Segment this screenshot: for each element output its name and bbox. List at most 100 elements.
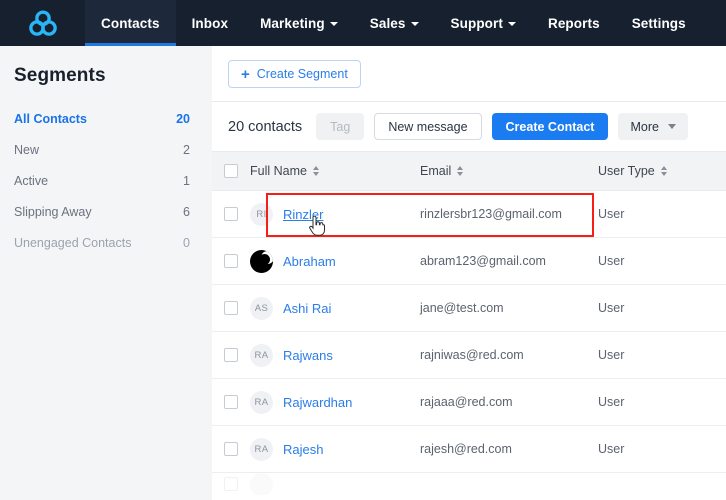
- sidebar-item-label: New: [14, 142, 40, 157]
- contact-name-link[interactable]: Rajwardhan: [283, 395, 352, 410]
- sidebar-title: Segments: [14, 65, 106, 86]
- contacts-table: Full Name Email User Type RI Rinzler rinzl…: [212, 151, 726, 495]
- row-checkbox-cell: [212, 348, 250, 362]
- nav-item-support[interactable]: Support: [435, 0, 532, 46]
- table-row[interactable]: RA Rajwardhan rajaaa@red.com User: [212, 379, 726, 426]
- row-checkbox[interactable]: [224, 348, 238, 362]
- cell-full-name: RA Rajwans: [250, 343, 420, 367]
- contacts-count-label: 20 contacts: [228, 118, 303, 135]
- sidebar-item-active[interactable]: Active 1: [0, 165, 212, 196]
- table-row[interactable]: Abraham abram123@gmail.com User: [212, 238, 726, 285]
- create-segment-toolbar: + Create Segment: [212, 46, 726, 88]
- chevron-down-icon: [329, 22, 338, 26]
- create-contact-button[interactable]: Create Contact: [491, 113, 609, 140]
- sidebar-item-slipping-away[interactable]: Slipping Away 6: [0, 196, 212, 227]
- select-all-checkbox[interactable]: [224, 164, 238, 178]
- column-header-full-name[interactable]: Full Name: [250, 164, 420, 178]
- cell-full-name: AS Ashi Rai: [250, 296, 420, 320]
- create-segment-button[interactable]: + Create Segment: [228, 60, 361, 88]
- chevron-down-icon: [410, 22, 419, 26]
- app-logo[interactable]: [0, 0, 85, 46]
- column-header-user-type-label: User Type: [598, 164, 655, 178]
- sidebar-item-label: Slipping Away: [14, 204, 92, 219]
- nav-item-settings[interactable]: Settings: [616, 0, 702, 46]
- row-checkbox[interactable]: [224, 254, 238, 268]
- sidebar-item-label: Unengaged Contacts: [14, 235, 132, 250]
- column-header-full-name-label: Full Name: [250, 164, 307, 178]
- table-row[interactable]: RA Rajwans rajniwas@red.com User: [212, 332, 726, 379]
- segments-sidebar: Segments All Contacts 20 New 2 Active 1 Slippi…: [0, 46, 212, 500]
- sidebar-item-count: 2: [183, 142, 190, 157]
- sidebar-item-unengaged-contacts[interactable]: Unengaged Contacts 0: [0, 227, 212, 258]
- nav-item-label: Settings: [631, 15, 686, 31]
- avatar: RI: [250, 202, 273, 226]
- contact-name-link[interactable]: Ashi Rai: [283, 301, 331, 316]
- cell-email: rajniwas@red.com: [420, 348, 524, 362]
- row-checkbox[interactable]: [224, 207, 238, 221]
- sort-arrows-icon[interactable]: [312, 166, 319, 176]
- row-checkbox-cell: [212, 254, 250, 268]
- column-header-email[interactable]: Email: [420, 162, 598, 180]
- cell-user-type: User: [598, 395, 625, 409]
- cell-user-type: User: [598, 207, 625, 221]
- row-checkbox[interactable]: [224, 395, 238, 409]
- cell-user-type: User: [598, 348, 625, 362]
- cell-user-type: User: [598, 254, 625, 268]
- nav-item-inbox[interactable]: Inbox: [176, 0, 245, 46]
- sidebar-item-all-contacts[interactable]: All Contacts 20: [0, 103, 212, 134]
- table-body: RI Rinzler rinzlersbr123@gmail.com User Abra…: [212, 191, 726, 495]
- nav-item-sales[interactable]: Sales: [354, 0, 435, 46]
- row-checkbox-cell: [212, 301, 250, 315]
- plus-icon: +: [241, 65, 250, 83]
- cell-full-name: RA Rajwardhan: [250, 390, 420, 414]
- cell-full-name: RA Rajesh: [250, 437, 420, 461]
- sort-arrows-icon[interactable]: [660, 166, 667, 176]
- avatar: [250, 249, 273, 273]
- more-label: More: [630, 119, 659, 134]
- nav-item-label: Sales: [369, 15, 406, 31]
- row-checkbox[interactable]: [224, 301, 238, 315]
- segment-list: All Contacts 20 New 2 Active 1 Slipping Away 6 U…: [0, 103, 212, 258]
- sidebar-item-count: 1: [183, 173, 190, 188]
- avatar: RA: [250, 343, 273, 367]
- sort-arrows-icon[interactable]: [457, 166, 464, 176]
- new-message-button[interactable]: New message: [374, 113, 482, 140]
- nav-item-label: Marketing: [260, 15, 325, 31]
- cell-full-name: [250, 473, 420, 495]
- contact-name-link[interactable]: Rinzler: [283, 207, 323, 222]
- nav-item-reports[interactable]: Reports: [532, 0, 616, 46]
- create-segment-label: Create Segment: [256, 67, 348, 81]
- cell-email: rajesh@red.com: [420, 442, 512, 456]
- avatar: RA: [250, 390, 273, 414]
- contact-name-link[interactable]: Abraham: [283, 254, 336, 269]
- cell-full-name: Abraham: [250, 249, 420, 273]
- select-all-checkbox-cell: [212, 164, 250, 178]
- contacts-main-panel: + Create Segment 20 contacts Tag New mes…: [212, 46, 726, 500]
- sidebar-item-label: Active: [14, 173, 49, 188]
- avatar: [250, 473, 273, 495]
- row-checkbox-cell: [212, 395, 250, 409]
- table-row-partial[interactable]: [212, 473, 726, 495]
- contact-name-link[interactable]: Rajwans: [283, 348, 333, 363]
- sidebar-item-new[interactable]: New 2: [0, 134, 212, 165]
- table-row[interactable]: RA Rajesh rajesh@red.com User: [212, 426, 726, 473]
- nav-item-contacts[interactable]: Contacts: [85, 0, 176, 46]
- table-row[interactable]: RI Rinzler rinzlersbr123@gmail.com User: [212, 191, 726, 238]
- contacts-action-bar: 20 contacts Tag New message Create Conta…: [212, 102, 726, 151]
- chevron-down-icon: [507, 22, 516, 26]
- table-row[interactable]: AS Ashi Rai jane@test.com User: [212, 285, 726, 332]
- contact-name-link[interactable]: Rajesh: [283, 442, 323, 457]
- more-button[interactable]: More: [618, 113, 688, 140]
- chevron-down-icon: [667, 124, 676, 129]
- nav-item-label: Contacts: [101, 15, 160, 31]
- row-checkbox[interactable]: [224, 442, 238, 456]
- nav-item-marketing[interactable]: Marketing: [244, 0, 354, 46]
- nav-item-label: Reports: [547, 15, 600, 31]
- row-checkbox[interactable]: [224, 477, 238, 491]
- tag-button[interactable]: Tag: [316, 113, 365, 140]
- cell-user-type: User: [598, 301, 625, 315]
- column-header-user-type[interactable]: User Type: [598, 162, 718, 180]
- cell-email: abram123@gmail.com: [420, 254, 546, 268]
- trinity-rings-logo-icon: [28, 9, 57, 36]
- cell-full-name: RI Rinzler: [250, 202, 420, 226]
